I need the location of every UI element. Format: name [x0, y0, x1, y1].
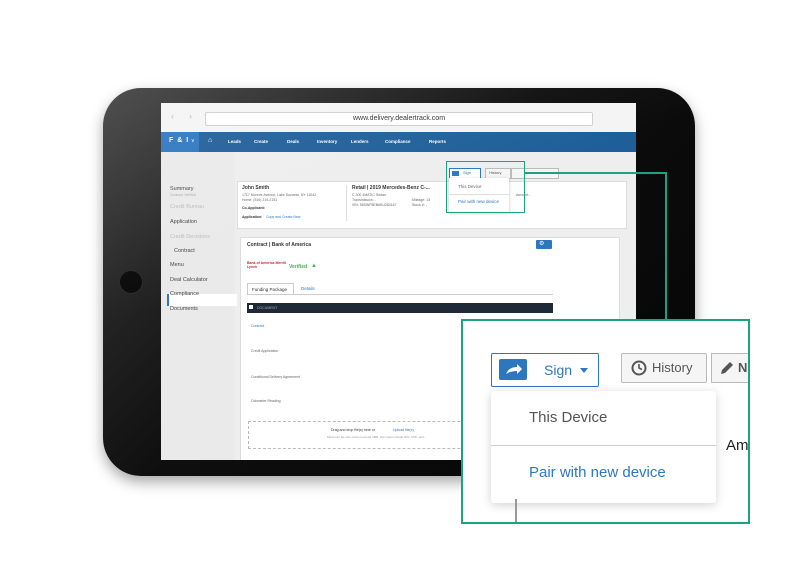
- customer-phone: Home: (516) 215-2151: [242, 198, 278, 202]
- doc-row-odometer[interactable]: Odometer Reading: [251, 399, 281, 403]
- notes-label-partial: N: [738, 360, 748, 375]
- upload-link[interactable]: Upload file(s): [393, 428, 414, 432]
- tab-divider: [247, 294, 553, 295]
- customer-address: 1717 Monroe Avenue, Lake Success, NY 110…: [242, 193, 317, 197]
- sidebar-item-menu[interactable]: Menu: [170, 262, 184, 268]
- back-icon[interactable]: ‹: [171, 111, 174, 121]
- sign-dropdown-menu: This Device Pair with new device: [491, 391, 716, 503]
- tab-funding-label: Funding Package: [252, 287, 288, 292]
- sidebar-item-documents[interactable]: Documents: [170, 306, 198, 312]
- document-column-header: DOCUMENT: [257, 306, 278, 310]
- browser-bar: ‹ › www.delivery.dealertrack.com: [161, 103, 636, 133]
- nav-compliance[interactable]: Compliance: [385, 139, 411, 144]
- sign-button[interactable]: Sign: [491, 353, 599, 387]
- tab-details[interactable]: Details: [301, 286, 315, 291]
- menu-item-pair-new-device[interactable]: Pair with new device: [529, 464, 666, 481]
- pencil-icon: [721, 362, 733, 374]
- doc-row-conditional-delivery[interactable]: Conditional Delivery Agreement: [251, 375, 300, 379]
- amount-label-partial: Am: [726, 437, 749, 454]
- doc-row-contract[interactable]: Contract: [251, 324, 264, 328]
- home-icon[interactable]: ⌂: [208, 137, 212, 144]
- gear-icon: ⚙: [539, 241, 545, 247]
- notes-button[interactable]: N: [711, 353, 748, 383]
- application-label: Application:: [242, 215, 263, 219]
- header-divider: [346, 185, 347, 221]
- vehicle-vin: VIN: 55SWF8EB6KU284167: [352, 203, 397, 207]
- sidebar-item-contract[interactable]: Contract: [174, 248, 195, 254]
- sidebar-item-credit-decisions[interactable]: Credit Decisions: [170, 234, 210, 240]
- thumbs-up-icon: ▲: [311, 263, 317, 269]
- vehicle-title: Retail | 2019 Mercedes-Benz C-...: [352, 185, 430, 191]
- sidebar-item-summary-sub: Contract Verified: [170, 193, 196, 197]
- clock-icon: [631, 360, 647, 376]
- history-label: History: [652, 360, 693, 375]
- nav-leads[interactable]: Leads: [228, 139, 241, 144]
- copy-create-link[interactable]: Copy and Create New: [266, 215, 300, 219]
- callout-connector-h: [525, 172, 666, 174]
- sign-caret-icon: [580, 368, 588, 373]
- sidebar-item-application[interactable]: Application: [170, 219, 197, 225]
- nav-reports[interactable]: Reports: [429, 139, 446, 144]
- history-button[interactable]: History: [621, 353, 707, 383]
- top-nav: F & I ∨ ⌂ Leads Create Deals Inventory L…: [161, 132, 636, 152]
- nav-lenders[interactable]: Lenders: [351, 139, 369, 144]
- vehicle-mileage: Mileage: 13: [412, 198, 431, 202]
- url-bar[interactable]: www.delivery.dealertrack.com: [205, 112, 593, 126]
- forward-icon[interactable]: ›: [189, 111, 192, 121]
- sidebar-item-credit-bureau[interactable]: Credit Bureau: [170, 204, 204, 210]
- coapplicant-label: Co-Applicant:: [242, 206, 265, 210]
- brand-chevron-icon: ∨: [191, 138, 195, 144]
- sidebar-item-compliance[interactable]: Compliance: [170, 291, 199, 297]
- nav-inventory[interactable]: Inventory: [317, 139, 337, 144]
- doc-row-credit-application[interactable]: Credit Application: [251, 349, 278, 353]
- nav-create[interactable]: Create: [254, 139, 268, 144]
- deal-header-card: [237, 181, 627, 229]
- sign-icon: [499, 359, 527, 380]
- sign-label: Sign: [544, 362, 573, 378]
- sidebar-item-deal-calculator[interactable]: Deal Calculator: [170, 277, 208, 283]
- verified-label: Verified: [289, 264, 308, 270]
- drop-hint: Maximum file size cannot exceed 4MB. Fil…: [327, 435, 427, 439]
- vehicle-transmission: Transmission: -: [352, 198, 376, 202]
- vehicle-stock: Stock #: -: [412, 203, 427, 207]
- tablet-camera: [119, 270, 143, 294]
- brand-label: F & I: [169, 137, 190, 144]
- zoom-divider-line: [515, 499, 517, 522]
- drop-text: Drag and drop file(s) here or: [331, 428, 375, 432]
- vehicle-model: C 300 4MATIC Sedan: [352, 193, 386, 197]
- select-all-checkbox[interactable]: [249, 305, 253, 309]
- contract-settings-button[interactable]: ⚙: [536, 240, 552, 249]
- documents-table-header: DOCUMENT: [247, 303, 553, 313]
- menu-divider: [491, 445, 716, 446]
- sidebar-item-summary[interactable]: Summary: [170, 186, 194, 192]
- callout-connector-v: [665, 172, 667, 320]
- nav-deals[interactable]: Deals: [287, 139, 299, 144]
- zoom-callout: Sign History N This Device Pair with new…: [461, 319, 750, 524]
- customer-name: John Smith: [242, 185, 270, 191]
- lender-logo: Bank of America Merrill Lynch: [247, 261, 286, 269]
- callout-source-box: [446, 161, 525, 213]
- menu-item-this-device[interactable]: This Device: [529, 409, 607, 426]
- contract-title: Contract | Bank of America: [247, 242, 312, 248]
